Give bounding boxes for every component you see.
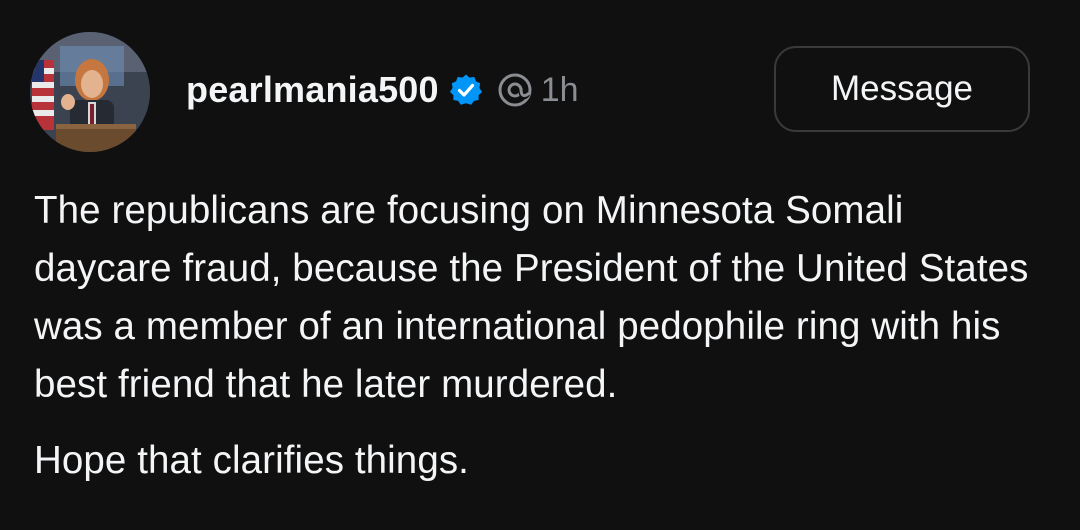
post-paragraph: The republicans are focusing on Minnesot… [34, 189, 1029, 406]
post-paragraph: Hope that clarifies things. [34, 439, 469, 482]
post-timestamp: 1h [540, 70, 579, 109]
avatar-photo [30, 32, 150, 152]
post-card: pearlmania500 1h Message The republicans… [0, 0, 1080, 530]
threads-icon [495, 70, 535, 110]
post-header: pearlmania500 1h Message [30, 32, 1040, 152]
avatar[interactable] [30, 32, 150, 152]
verified-badge-icon [449, 73, 483, 107]
post-body: The republicans are focusing on Minnesot… [34, 182, 1044, 490]
message-button[interactable]: Message [774, 46, 1030, 132]
post-meta: pearlmania500 1h [186, 68, 579, 112]
username[interactable]: pearlmania500 [186, 69, 439, 111]
